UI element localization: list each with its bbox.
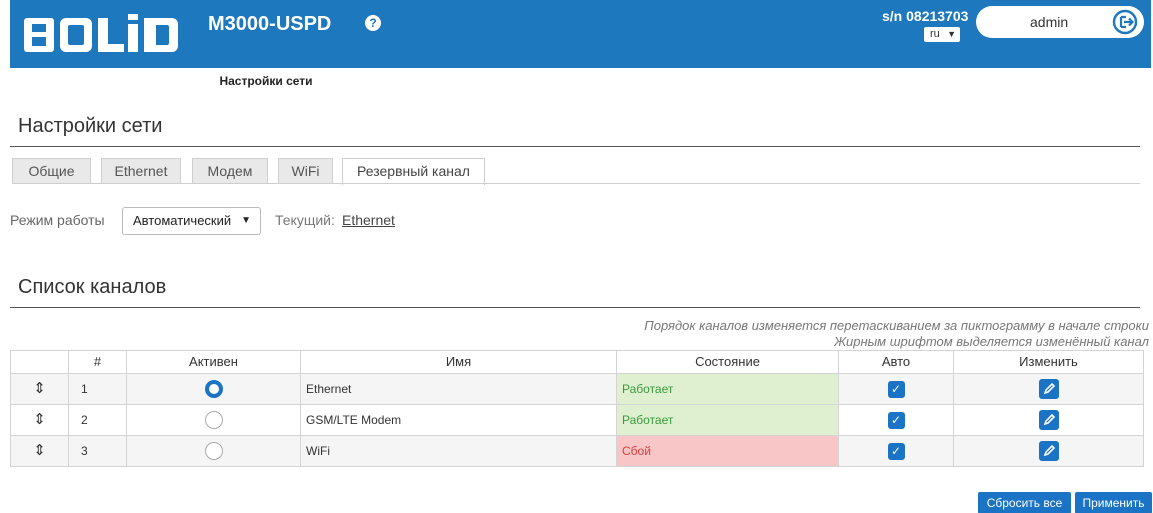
table-header-row: # Активен Имя Состояние Авто Изменить	[10, 350, 1144, 374]
col-name: Имя	[300, 350, 617, 374]
row-number: 1	[68, 373, 127, 405]
channels-table: # Активен Имя Состояние Авто Изменить ⇕ …	[10, 350, 1144, 467]
col-edit: Изменить	[953, 350, 1144, 374]
bold-hint: Жирным шрифтом выделяется изменённый кан…	[834, 334, 1149, 349]
tab-wifi[interactable]: WiFi	[278, 158, 333, 183]
channels-divider	[10, 307, 1140, 308]
auto-cell: ✓	[838, 373, 954, 405]
drag-handle-icon[interactable]: ⇕	[10, 404, 69, 436]
active-radio[interactable]	[204, 411, 223, 429]
apply-button[interactable]: Применить	[1075, 492, 1152, 513]
col-active: Активен	[126, 350, 301, 374]
channel-state: Работает	[616, 404, 839, 436]
channel-name: Ethernet	[300, 373, 617, 405]
auto-checkbox[interactable]: ✓	[887, 411, 905, 429]
auto-cell: ✓	[838, 435, 954, 467]
username: admin	[1030, 14, 1069, 30]
nav-item-ssl-certificates[interactable]: SSL сертификаты	[322, 68, 548, 94]
user-box: admin	[976, 6, 1144, 38]
auto-cell: ✓	[838, 404, 954, 436]
nav-item-service[interactable]: Сервисное обслуживание	[750, 68, 962, 94]
active-radio[interactable]	[204, 442, 223, 460]
mode-select-value: Автоматический	[133, 213, 232, 228]
edit-cell	[953, 373, 1144, 405]
tab-general[interactable]: Общие	[12, 158, 91, 183]
drag-hint: Порядок каналов изменяется перетаскивани…	[644, 318, 1149, 333]
table-row: ⇕ 3 WiFi Сбой ✓	[10, 435, 1144, 467]
active-cell	[126, 373, 301, 405]
current-channel-link[interactable]: Ethernet	[342, 212, 395, 228]
product-name: M3000-USPD	[208, 13, 332, 35]
auto-checkbox[interactable]: ✓	[887, 442, 905, 460]
main-nav: Пользователи Настройки сети SSL сертифик…	[10, 68, 1151, 94]
channel-state: Сбой	[616, 435, 839, 467]
language-value: ru	[930, 28, 940, 40]
nav-item-network-settings[interactable]: Настройки сети	[210, 68, 322, 94]
active-cell	[126, 435, 301, 467]
help-icon[interactable]: ?	[365, 15, 381, 31]
serial-number: s/n 08213703	[882, 8, 969, 24]
page-title: Настройки сети	[18, 115, 163, 137]
edit-button[interactable]	[1038, 410, 1059, 430]
col-number: #	[68, 350, 127, 374]
bolid-logo	[24, 10, 204, 56]
mode-select[interactable]: Автоматический ▼	[122, 207, 261, 235]
channel-name: WiFi	[300, 435, 617, 467]
nav-item-info[interactable]: Информация	[962, 68, 1151, 94]
drag-handle-icon[interactable]: ⇕	[10, 373, 69, 405]
reset-all-button[interactable]: Сбросить все	[978, 492, 1071, 513]
nav-item-users[interactable]: Пользователи	[10, 68, 210, 94]
tabs-divider	[12, 183, 1140, 184]
edit-button[interactable]	[1038, 379, 1059, 399]
chevron-down-icon: ▼	[241, 215, 251, 226]
active-radio[interactable]	[204, 380, 223, 398]
col-state: Состояние	[616, 350, 839, 374]
mode-label: Режим работы	[10, 212, 105, 228]
pencil-icon	[1043, 413, 1055, 426]
tab-backup-channel[interactable]: Резервный канал	[342, 158, 485, 185]
auto-checkbox[interactable]: ✓	[887, 380, 905, 398]
title-divider	[10, 146, 1140, 147]
edit-button[interactable]	[1038, 441, 1059, 461]
channels-title: Список каналов	[18, 276, 167, 298]
col-drag	[10, 350, 69, 374]
pencil-icon	[1043, 444, 1055, 457]
row-number: 2	[68, 404, 127, 436]
chevron-down-icon: ▼	[947, 29, 956, 39]
drag-handle-icon[interactable]: ⇕	[10, 435, 69, 467]
bolid-logo-graphic	[24, 14, 178, 52]
channel-name: GSM/LTE Modem	[300, 404, 617, 436]
edit-cell	[953, 435, 1144, 467]
table-row: ⇕ 2 GSM/LTE Modem Работает ✓	[10, 404, 1144, 436]
pencil-icon	[1043, 382, 1055, 395]
edit-cell	[953, 404, 1144, 436]
active-cell	[126, 404, 301, 436]
logout-icon[interactable]	[1112, 9, 1138, 35]
language-select[interactable]: ru ▼	[924, 27, 960, 42]
current-channel-label: Текущий:	[275, 212, 335, 228]
nav-item-time-settings[interactable]: Настройки времени	[548, 68, 750, 94]
row-number: 3	[68, 435, 127, 467]
table-row: ⇕ 1 Ethernet Работает ✓	[10, 373, 1144, 405]
col-auto: Авто	[838, 350, 954, 374]
tab-ethernet[interactable]: Ethernet	[101, 158, 181, 183]
tab-modem[interactable]: Модем	[192, 158, 268, 183]
channel-state: Работает	[616, 373, 839, 405]
top-header: M3000-USPD ? s/n 08213703 ru ▼ admin	[10, 0, 1151, 68]
